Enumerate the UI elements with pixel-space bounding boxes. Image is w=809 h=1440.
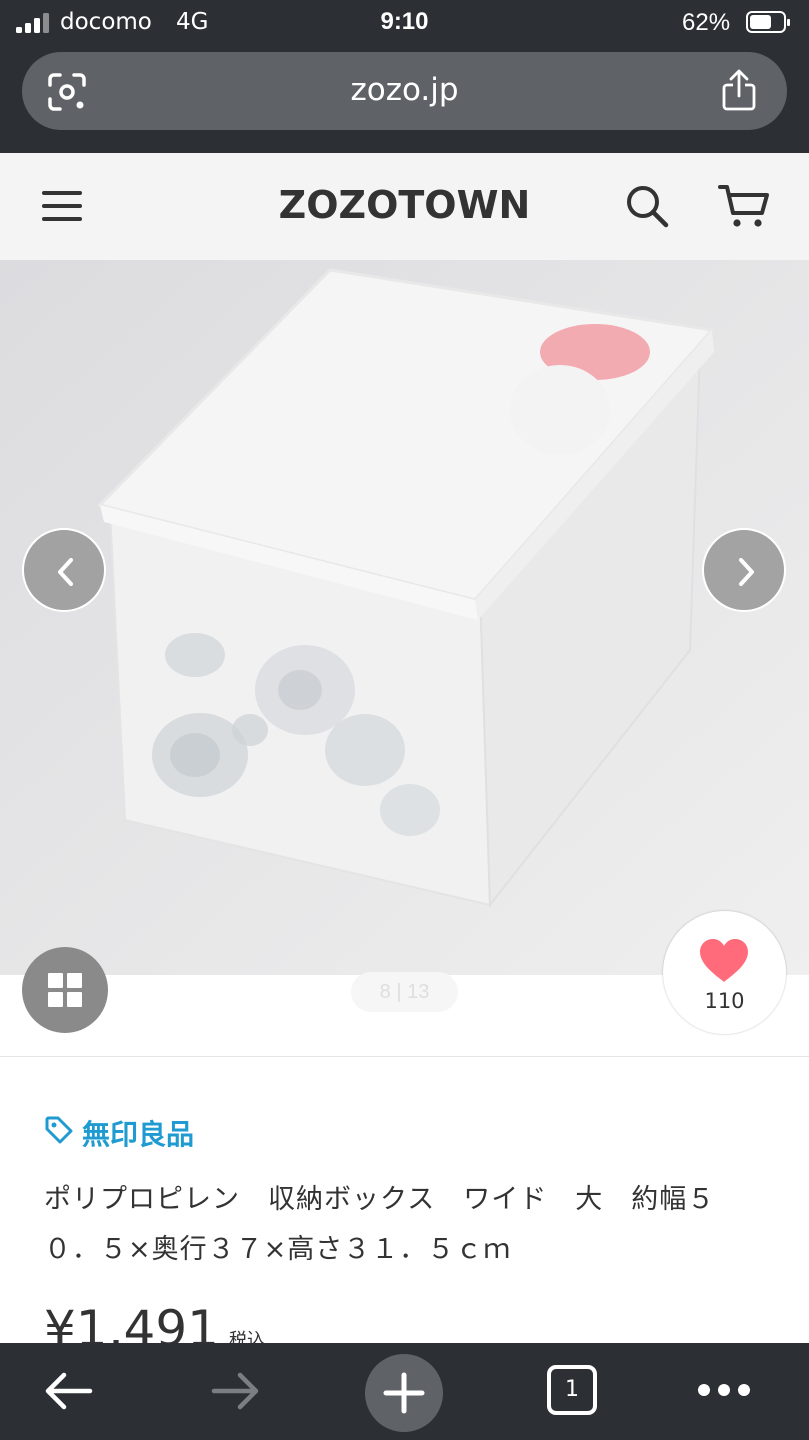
url-text[interactable]: zozo.jp (22, 72, 787, 108)
tab-switcher-button[interactable]: 1 (547, 1365, 597, 1415)
search-icon[interactable] (624, 183, 670, 229)
chevron-right-icon (739, 558, 754, 586)
share-icon[interactable] (721, 69, 757, 111)
previous-image-button[interactable] (22, 528, 106, 612)
site-header: ZOZOTOWN (0, 153, 809, 260)
product-title: ポリプロピレン 収納ボックス ワイド 大 約幅５０．５×奥行３７×高さ３１．５ｃ… (44, 1184, 716, 1265)
new-tab-button[interactable] (365, 1354, 443, 1432)
chevron-left-icon (58, 558, 73, 586)
product-photo (0, 260, 809, 975)
brand-name[interactable]: 無印良品 (82, 1113, 194, 1153)
battery-icon (746, 11, 790, 33)
plus-icon (383, 1372, 425, 1414)
grid-view-button[interactable] (22, 947, 108, 1033)
browser-bottom-toolbar: 1 (0, 1343, 809, 1440)
favorite-count: 110 (704, 989, 745, 1013)
address-bar[interactable]: zozo.jp (22, 52, 787, 130)
tag-icon (45, 1116, 73, 1144)
more-options-icon[interactable] (694, 1381, 754, 1401)
image-pager: 8 | 13 (351, 972, 458, 1012)
cart-icon[interactable] (718, 183, 770, 229)
next-image-button[interactable] (702, 528, 786, 612)
favorite-button[interactable]: 110 (663, 911, 786, 1034)
browser-top-chrome: docomo 4G 9:10 62% zozo.jp (0, 0, 809, 153)
forward-arrow-icon[interactable] (208, 1367, 264, 1415)
product-image[interactable] (0, 260, 809, 975)
status-bar: docomo 4G 9:10 62% (0, 0, 809, 46)
back-arrow-icon[interactable] (40, 1367, 96, 1415)
site-logo[interactable]: ZOZOTOWN (0, 183, 809, 227)
heart-icon (700, 939, 748, 982)
battery-percent: 62% (682, 9, 731, 36)
